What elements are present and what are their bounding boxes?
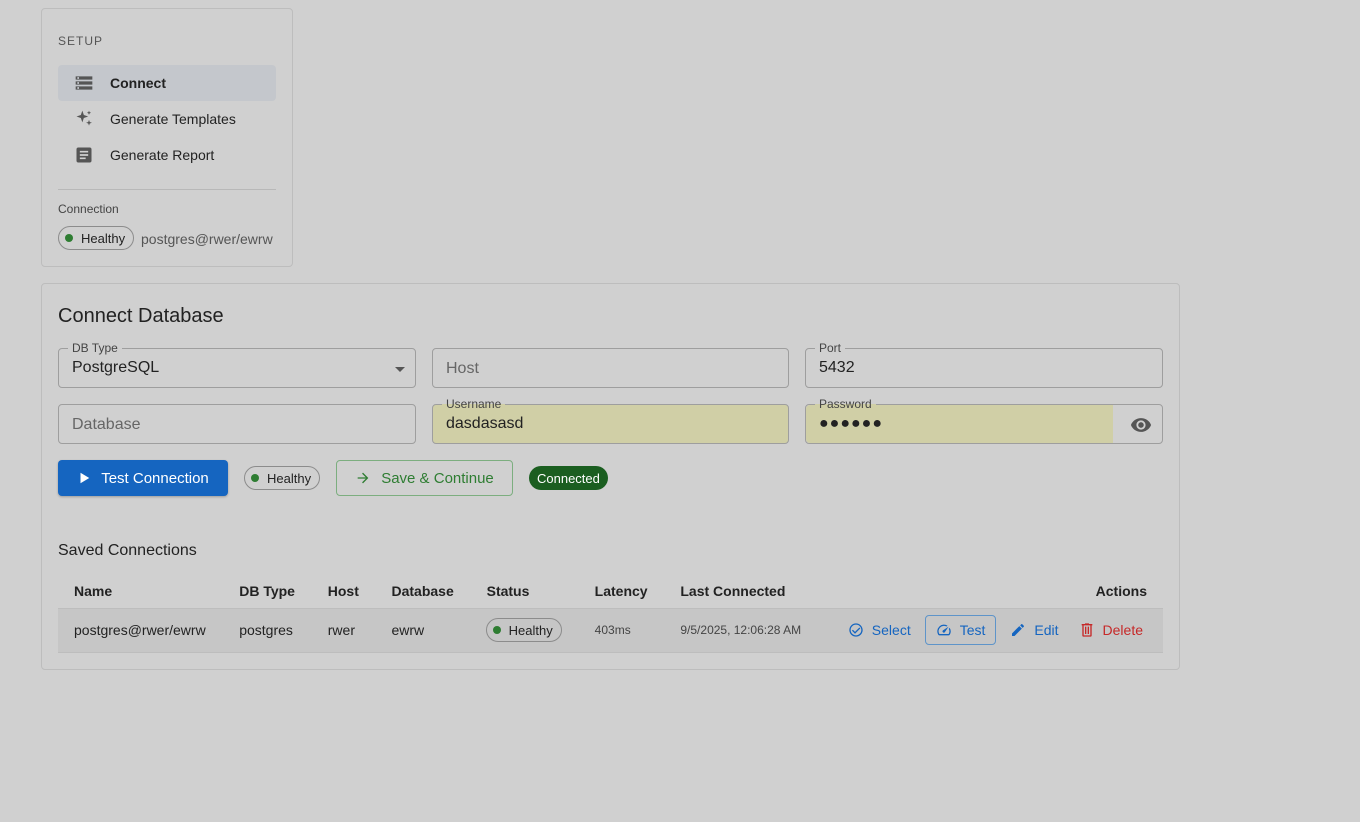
cell-name: postgres@rwer/ewrw [58,608,224,653]
column-header: Last Connected [664,574,819,609]
status-dot-icon [65,234,73,242]
username-value: dasdasasd [446,415,524,432]
sidebar-item-connect[interactable]: Connect [58,65,276,101]
edit-label: Edit [1034,622,1059,638]
cell-host: rwer [311,608,376,653]
connection-label: Connection [58,202,119,216]
connected-badge: Connected [529,466,608,490]
play-icon [80,472,90,484]
delete-button[interactable]: Delete [1069,615,1153,645]
cell-database: ewrw [375,608,471,653]
edit-button[interactable]: Edit [1000,615,1068,645]
column-header: Host [311,574,376,609]
column-header: Name [58,574,224,609]
status-chip: Healthy [485,618,562,642]
cell-latency: 403ms [578,608,665,653]
page-title: Connect Database [58,305,224,327]
storage-icon [58,73,110,93]
sidebar-section-title: SETUP [58,34,104,48]
test-status-chip: Healthy [244,466,321,490]
sidebar-item-generate-report[interactable]: Generate Report [58,137,276,173]
connect-database-card: Connect Database DB Type PostgreSQL Host… [41,283,1180,670]
username-label: Username [442,397,506,411]
test-button[interactable]: Test [924,615,997,645]
cell-db-type: postgres [223,608,312,653]
arrow-right-icon [357,472,369,484]
status-text: Healthy [508,622,553,638]
column-header: Status [470,574,579,609]
column-header: Database [375,574,471,609]
password-input[interactable]: Password ●●●●●● [805,397,1163,444]
password-label: Password [815,397,876,411]
trash-icon [1081,623,1092,637]
status-dot-icon [251,474,259,482]
sidebar-item-label: Generate Templates [110,111,236,127]
row-actions: Select Test Edit Delete [835,615,1153,645]
speed-icon [937,624,951,636]
check-circle-icon [849,623,863,637]
test-status-text: Healthy [267,470,312,486]
cell-last-connected: 9/5/2025, 12:06:28 AM [664,608,819,653]
pencil-icon [1012,624,1025,636]
document-icon [58,145,110,165]
table-row[interactable]: postgres@rwer/ewrw postgres rwer ewrw He… [58,608,1163,653]
sidebar-item-label: Generate Report [110,147,215,163]
test-connection-button[interactable]: Test Connection [58,460,228,496]
port-value: 5432 [819,359,855,376]
delete-label: Delete [1102,622,1143,638]
column-header: Actions [818,574,1163,609]
test-label: Test [959,622,986,638]
chevron-down-icon [395,367,405,372]
column-header: DB Type [223,574,312,609]
column-header: Latency [578,574,665,609]
table-header-row: Name DB Type Host Database Status Latenc… [58,574,1163,609]
eye-icon[interactable] [1130,414,1152,436]
sidebar-item-generate-templates[interactable]: Generate Templates [58,101,276,137]
host-input[interactable]: Host [432,348,789,388]
password-value: ●●●●●● [819,415,883,432]
saved-connections-table: Name DB Type Host Database Status Latenc… [58,574,1163,653]
cell-status: Healthy [470,608,579,653]
connection-status-chip: Healthy [58,226,135,250]
cell-actions: Select Test Edit Delete [818,608,1163,653]
test-connection-label: Test Connection [101,469,209,487]
save-continue-label: Save & Continue [381,469,494,487]
connection-string: postgres@rwer/ewrw [141,231,273,247]
sidebar-divider [58,189,276,190]
select-label: Select [871,622,911,638]
db-type-value: PostgreSQL [72,359,160,376]
connection-status-text: Healthy [81,230,126,246]
sparkle-icon [58,109,110,129]
select-button[interactable]: Select [838,615,921,645]
db-type-label: DB Type [68,341,122,355]
username-input[interactable]: Username dasdasasd [432,397,789,444]
port-input[interactable]: Port 5432 [805,341,1163,388]
db-type-select[interactable]: DB Type PostgreSQL [58,341,416,388]
port-label: Port [815,341,846,355]
save-continue-button[interactable]: Save & Continue [336,460,513,496]
sidebar-item-label: Connect [110,75,166,91]
saved-connections-title: Saved Connections [58,542,197,559]
host-placeholder: Host [446,360,479,377]
sidebar: SETUP Connect Generate Templates Generat… [41,8,293,267]
database-placeholder: Database [72,416,141,433]
database-input[interactable]: Database [58,404,416,444]
status-dot-icon [492,626,501,634]
